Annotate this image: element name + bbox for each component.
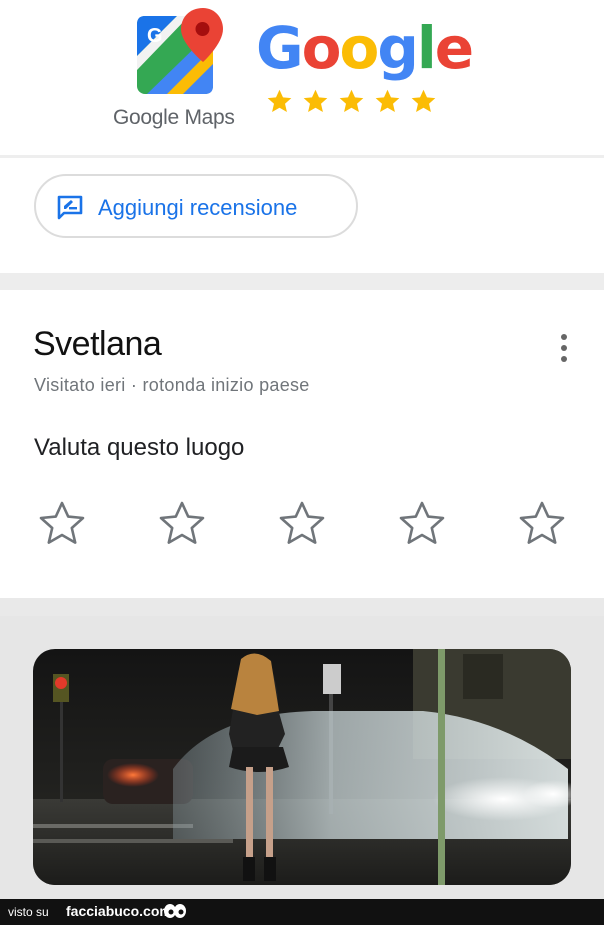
rate-star-5-icon[interactable] — [518, 500, 566, 548]
place-title: Svetlana — [33, 325, 162, 363]
add-review-button[interactable]: Aggiungi recensione — [34, 174, 358, 238]
rate-star-4-icon[interactable] — [398, 500, 446, 548]
place-photo[interactable] — [33, 649, 571, 885]
section-divider — [0, 598, 604, 616]
filled-star-icon — [339, 89, 364, 112]
rate-place-stars — [38, 500, 568, 550]
filled-star-icon — [303, 89, 328, 112]
google-letter: g — [377, 14, 419, 82]
google-wordmark: Google — [256, 14, 474, 82]
night-street-photo — [33, 649, 571, 885]
google-maps-wordmark: Google Maps — [113, 106, 235, 129]
google-letter: l — [416, 14, 437, 82]
google-letter: o — [301, 14, 342, 82]
watermark-prefix: visto su — [8, 905, 49, 919]
rate-place-heading: Valuta questo luogo — [34, 434, 245, 461]
filled-star-icon — [411, 89, 436, 112]
google-letter: o — [339, 14, 379, 82]
rate-star-1-icon[interactable] — [38, 500, 86, 548]
header: G Google Maps Google — [0, 0, 604, 155]
header-star-rating — [266, 88, 437, 115]
section-divider — [0, 273, 604, 290]
place-visit-info: Visitato ieri · rotonda inizio paese — [34, 375, 310, 395]
rate-star-2-icon[interactable] — [158, 500, 206, 548]
more-vert-icon[interactable] — [557, 332, 571, 364]
add-review-label: Aggiungi recensione — [98, 195, 298, 220]
rate-star-3-icon[interactable] — [278, 500, 326, 548]
svg-text:G: G — [147, 25, 163, 47]
eyes-icon — [164, 904, 186, 918]
google-letter: e — [434, 14, 474, 82]
watermark-bar: visto su facciabuco.com — [0, 899, 604, 925]
filled-star-icon — [267, 89, 292, 112]
rate-review-icon — [57, 195, 83, 220]
watermark-site: facciabuco.com — [66, 903, 172, 919]
google-maps-logo-icon: G — [137, 8, 223, 94]
divider — [0, 155, 604, 158]
filled-star-icon — [375, 89, 400, 112]
google-letter: G — [256, 14, 304, 82]
